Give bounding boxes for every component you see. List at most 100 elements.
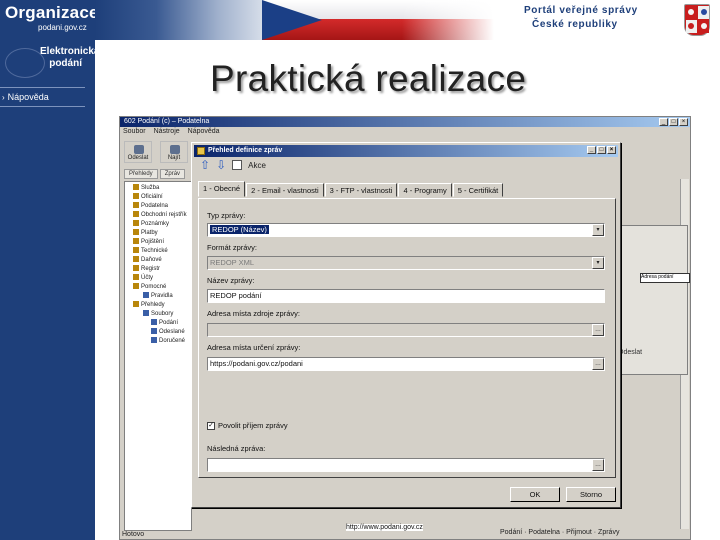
- tree-item[interactable]: Účty: [127, 274, 189, 283]
- ok-button[interactable]: OK: [510, 487, 560, 502]
- send-label[interactable]: Odeslat: [618, 349, 642, 356]
- folder-icon: [133, 274, 139, 281]
- tree-item[interactable]: Služba: [127, 184, 189, 193]
- taskbar-items: Podání · Podatelna · Přijmout · Zprávy: [500, 529, 620, 536]
- org-subtitle: podani.gov.cz: [38, 23, 87, 32]
- tree-item[interactable]: Pravidla: [127, 292, 189, 301]
- tree-item[interactable]: Pojištění: [127, 238, 189, 247]
- tab-messages[interactable]: Zpráv: [159, 169, 186, 179]
- menu-item[interactable]: Nástroje: [154, 128, 180, 135]
- folder-icon: [143, 292, 149, 299]
- actions-label[interactable]: Akce: [248, 161, 266, 170]
- tree-item-label: Poznámky: [141, 221, 170, 227]
- tree-item-label: Soubory: [151, 311, 174, 317]
- folder-icon: [143, 310, 149, 317]
- bg-toolbar: Odeslat Najít: [124, 141, 188, 163]
- arrow-up-icon[interactable]: ⇧: [200, 159, 210, 171]
- status-text: Hotovo: [122, 531, 145, 538]
- browse-button[interactable]: …: [592, 324, 604, 336]
- dialog-title: Přehled definice zpráv: [208, 147, 283, 154]
- tree-item[interactable]: Podatelna: [127, 202, 189, 211]
- tree-item[interactable]: Technické: [127, 247, 189, 256]
- dropdown-arrow-icon[interactable]: ▾: [592, 224, 604, 236]
- org-title: Organizace: [5, 3, 99, 22]
- message-name-input[interactable]: REDOP podání: [207, 289, 605, 303]
- cancel-button[interactable]: Storno: [566, 487, 616, 502]
- tree-item[interactable]: Obchodní rejstřík: [127, 211, 189, 220]
- tree-item[interactable]: Oficiální: [127, 193, 189, 202]
- folder-icon: [133, 265, 139, 272]
- bg-tabs: Přehledy Zpráv: [124, 169, 186, 179]
- maximize-icon[interactable]: □: [597, 146, 606, 154]
- flag-image: [262, 0, 494, 40]
- sidebar-item-help[interactable]: › Nápověda: [2, 92, 49, 102]
- checkbox-checked-icon[interactable]: ✓: [207, 421, 215, 430]
- follow-up-input[interactable]: …: [207, 458, 605, 472]
- folder-icon: [133, 256, 139, 263]
- tab-overview[interactable]: Přehledy: [124, 169, 158, 179]
- close-icon[interactable]: ×: [607, 146, 616, 154]
- folder-icon: [151, 337, 157, 344]
- find-button[interactable]: Najít: [160, 141, 188, 163]
- bg-window-titlebar: 602 Podání (c) – Podatelna _ □ ×: [120, 117, 690, 127]
- tab-ftp[interactable]: 3 - FTP - vlastnosti: [324, 183, 398, 197]
- tree-item[interactable]: Platby: [127, 229, 189, 238]
- tree-item[interactable]: Odeslané: [127, 328, 189, 337]
- tab-panel: Typ zprávy: REDOP (Název) ▾ Formát zpráv…: [198, 198, 616, 478]
- minimize-icon[interactable]: _: [659, 118, 668, 126]
- folder-icon: [133, 202, 139, 209]
- menu-item[interactable]: Nápověda: [188, 128, 220, 135]
- tree-item-label: Odeslané: [159, 329, 185, 335]
- tree-item[interactable]: Pomocné: [127, 283, 189, 292]
- sidebar-title-line1: Elektronická: [40, 46, 100, 57]
- message-format-select[interactable]: REDOP XML ▾: [207, 256, 605, 270]
- message-type-select[interactable]: REDOP (Název) ▾: [207, 223, 605, 237]
- tree-item[interactable]: Registr: [127, 265, 189, 274]
- chevron-right-icon: ›: [2, 93, 5, 102]
- state-crest-icon: [684, 4, 710, 36]
- folder-icon: [151, 319, 157, 326]
- tree-item-label: Podání: [159, 320, 179, 326]
- tree-item-label: Pravidla: [151, 293, 173, 299]
- copy-icon[interactable]: [232, 160, 243, 170]
- browse-button[interactable]: …: [592, 358, 604, 370]
- tree-item[interactable]: Podání: [127, 319, 189, 328]
- tree-item[interactable]: Daňové: [127, 256, 189, 265]
- tree-item-label: Platby: [141, 230, 158, 236]
- folder-icon: [133, 247, 139, 254]
- tab-general[interactable]: 1 - Obecné: [198, 181, 246, 197]
- folder-icon: [197, 147, 205, 155]
- page-title: Praktická realizace: [210, 58, 527, 99]
- sidebar-divider: [0, 87, 85, 88]
- follow-up-label: Následná zpráva:: [207, 444, 266, 453]
- tab-programs[interactable]: 4 - Programy: [398, 183, 452, 197]
- tree-item[interactable]: Poznámky: [127, 220, 189, 229]
- close-icon[interactable]: ×: [679, 118, 688, 126]
- folder-icon: [133, 193, 139, 200]
- send-button[interactable]: Odeslat: [124, 141, 152, 163]
- arrow-down-icon[interactable]: ⇩: [216, 159, 226, 171]
- org-logo[interactable]: Organizace podani.gov.cz: [0, 0, 98, 40]
- menu-item[interactable]: Soubor: [123, 128, 146, 135]
- maximize-icon[interactable]: □: [669, 118, 678, 126]
- dialog-tabs: 1 - Obecné 2 - Email - vlastnosti 3 - FT…: [198, 181, 504, 197]
- message-format-label: Formát zprávy:: [207, 243, 258, 252]
- tab-email[interactable]: 2 - Email - vlastnosti: [246, 183, 324, 197]
- target-address-input[interactable]: https://podani.gov.cz/podani …: [207, 357, 605, 371]
- sidebar-title[interactable]: Elektronická podání: [40, 46, 100, 70]
- tree-item[interactable]: Přehledy: [127, 301, 189, 310]
- footer-url[interactable]: http://www.podani.gov.cz: [346, 524, 423, 531]
- bg-window-title: 602 Podání (c) – Podatelna: [124, 118, 210, 125]
- target-address-label: Adresa místa určení zprávy:: [207, 343, 301, 352]
- dropdown-arrow-icon[interactable]: ▾: [592, 257, 604, 269]
- browse-button[interactable]: …: [592, 459, 604, 471]
- enable-receive-checkbox[interactable]: ✓ Povolit příjem zprávy: [207, 421, 288, 430]
- minimize-icon[interactable]: _: [587, 146, 596, 154]
- tree-item[interactable]: Soubory: [127, 310, 189, 319]
- tab-certificate[interactable]: 5 - Certifikát: [452, 183, 504, 197]
- tree-item-label: Oficiální: [141, 194, 163, 200]
- source-address-input[interactable]: …: [207, 323, 605, 337]
- tree-item[interactable]: Doručené: [127, 337, 189, 346]
- bg-menubar: Soubor Nástroje Nápověda: [123, 128, 220, 135]
- tree-item-label: Pomocné: [141, 284, 167, 290]
